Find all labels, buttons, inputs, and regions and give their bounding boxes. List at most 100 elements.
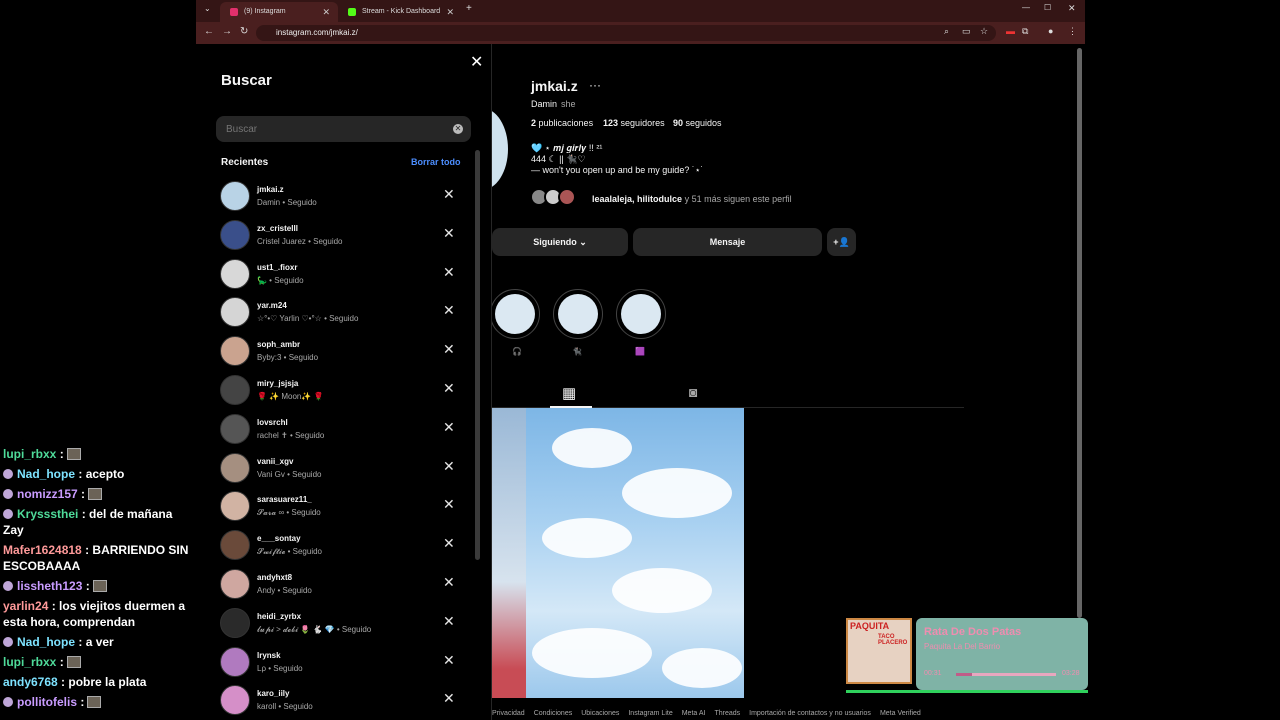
remove-icon[interactable]: ✕	[443, 652, 455, 669]
chat-username[interactable]: yarlin24	[3, 599, 48, 613]
avatar	[220, 685, 250, 716]
tab-instagram[interactable]: (9) Instagram ✕	[220, 2, 338, 22]
remove-icon[interactable]: ✕	[443, 690, 455, 707]
remove-icon[interactable]: ✕	[443, 380, 455, 397]
list-item[interactable]: lovsrchl rachel ✝ • Seguido ✕	[216, 411, 466, 450]
remove-icon[interactable]: ✕	[443, 302, 455, 319]
clear-search-icon[interactable]: ✕	[453, 124, 463, 134]
chat-username[interactable]: nomizz157	[17, 487, 78, 501]
remove-icon[interactable]: ✕	[443, 419, 455, 436]
url-field[interactable]: instagram.com/jmkai.z/	[256, 25, 996, 41]
followers-count[interactable]: 123 seguidores	[603, 118, 665, 128]
remove-icon[interactable]: ✕	[443, 574, 455, 591]
footer-link[interactable]: Condiciones	[534, 710, 573, 717]
list-item[interactable]: zx_cristelll Cristel Juarez • Seguido ✕	[216, 217, 466, 256]
forward-icon[interactable]: →	[222, 26, 232, 37]
remove-icon[interactable]: ✕	[443, 496, 455, 513]
chat-username[interactable]: pollitofelis	[17, 695, 77, 709]
remove-icon[interactable]: ✕	[443, 341, 455, 358]
tab-kick-dashboard[interactable]: Stream - Kick Dashboard ✕	[338, 2, 462, 22]
tab-search-icon[interactable]: ⌄	[204, 4, 211, 13]
following-count[interactable]: 90 seguidos	[673, 118, 722, 128]
add-person-button[interactable]: +👤	[827, 228, 856, 256]
recent-subtitle: 🌹 ✨ Moon✨ 🌹	[257, 391, 324, 401]
list-item[interactable]: soph_ambr Byby:3 • Seguido ✕	[216, 333, 466, 372]
remove-icon[interactable]: ✕	[443, 225, 455, 242]
recent-subtitle: ☆°•♡ Yarlin ♡•°☆ • Seguido	[257, 314, 359, 324]
list-item[interactable]: heidi_zyrbx 𝓵𝓾𝓹𝓲 > 𝓭𝓮𝓫𝓲 🌷 🐇 💎 • Seguido ✕	[216, 605, 466, 644]
profile-username: jmkai.z	[531, 78, 578, 94]
chat-username[interactable]: lissheth123	[17, 579, 82, 593]
list-item[interactable]: karo_iily karoll • Seguido ✕	[216, 682, 466, 720]
window-close-icon[interactable]: ✕	[1068, 3, 1076, 14]
remove-icon[interactable]: ✕	[443, 264, 455, 281]
record-icon[interactable]: ▬	[1006, 26, 1015, 36]
chat-username[interactable]: Kryssstheі	[17, 507, 78, 521]
footer-link[interactable]: Meta Verified	[880, 710, 921, 717]
remove-icon[interactable]: ✕	[443, 613, 455, 630]
list-item[interactable]: sarasuarez11_ 𝓢𝓪𝓻𝓪 ∞ • Seguido ✕	[216, 488, 466, 527]
chat-username[interactable]: andy6768	[3, 675, 58, 689]
footer-link[interactable]: Importación de contactos y no usuarios	[749, 710, 871, 717]
grid-icon[interactable]: ▦	[562, 384, 576, 402]
remove-icon[interactable]: ✕	[443, 535, 455, 552]
chat-emote-icon	[87, 696, 102, 708]
chat-username[interactable]: Nad_hope	[17, 635, 75, 649]
more-options-icon[interactable]: ···	[589, 78, 601, 92]
maximize-icon[interactable]: ☐	[1044, 3, 1051, 12]
minimize-icon[interactable]: —	[1022, 3, 1030, 12]
list-item[interactable]: jmkai.z Damin • Seguido ✕	[216, 178, 466, 217]
new-tab-icon[interactable]: +	[466, 3, 472, 14]
chat-username[interactable]: Nad_hope	[17, 467, 75, 481]
remove-icon[interactable]: ✕	[443, 186, 455, 203]
message-button[interactable]: Mensaje	[633, 228, 822, 256]
recent-username: jmkai.z	[257, 185, 284, 194]
extensions-icon[interactable]: ⧉	[1022, 26, 1028, 37]
back-icon[interactable]: ←	[204, 26, 214, 37]
reload-icon[interactable]: ↻	[240, 26, 248, 37]
list-item[interactable]: e___sontay 𝓢𝔀𝓲𝓯𝓽𝓲𝓮 • Seguido ✕	[216, 527, 466, 566]
url-text: instagram.com/jmkai.z/	[276, 28, 358, 37]
cast-icon[interactable]: ▭	[962, 26, 971, 37]
close-tab-icon[interactable]: ✕	[322, 2, 330, 22]
avatar	[220, 452, 250, 483]
clear-all-button[interactable]: Borrar todo	[411, 157, 461, 167]
scrollbar[interactable]	[475, 150, 480, 560]
tab-bar: ⌄ (9) Instagram ✕ Stream - Kick Dashboar…	[196, 0, 1085, 22]
list-item[interactable]: lrynsk Lρ • Seguido ✕	[216, 644, 466, 683]
chat-username[interactable]: lupi_rbxx	[3, 447, 56, 461]
post-edge	[492, 408, 526, 698]
following-button[interactable]: Siguiendo ⌄	[492, 228, 628, 256]
story-highlight[interactable]	[616, 289, 666, 339]
chat-username[interactable]: Mafer1624818	[3, 543, 82, 557]
chat-username[interactable]: lupi_rbxx	[3, 655, 56, 669]
search-input[interactable]	[216, 116, 471, 142]
profile-avatar-icon[interactable]: ●	[1048, 26, 1053, 36]
tagged-icon[interactable]: ◙	[689, 384, 697, 400]
post-thumbnail[interactable]	[492, 408, 744, 698]
footer-link[interactable]: Ubicaciones	[581, 710, 619, 717]
recent-subtitle: Byby:3 • Seguido	[257, 353, 319, 363]
footer-link[interactable]: Instagram Lite	[628, 710, 672, 717]
list-item[interactable]: vanii_xgv Vani Gv • Seguido ✕	[216, 450, 466, 489]
highlight-label: 🐈‍⬛	[572, 347, 582, 356]
footer-link[interactable]: Privacidad	[492, 710, 525, 717]
list-item[interactable]: andyhxt8 Andy • Seguido ✕	[216, 566, 466, 605]
list-item[interactable]: yar.m24 ☆°•♡ Yarlin ♡•°☆ • Seguido ✕	[216, 294, 466, 333]
followed-by-text[interactable]: leaalaleja, hilitodulce y 51 más siguen …	[592, 194, 792, 204]
instagram-favicon-icon	[230, 8, 238, 16]
footer-link[interactable]: Threads	[714, 710, 740, 717]
close-icon[interactable]: ✕	[470, 52, 483, 72]
list-item[interactable]: miry_jsjsja 🌹 ✨ Moon✨ 🌹 ✕	[216, 372, 466, 411]
story-highlight[interactable]	[553, 289, 603, 339]
zoom-icon[interactable]: ⌕	[944, 26, 949, 37]
story-highlight[interactable]	[490, 289, 540, 339]
bookmark-star-icon[interactable]: ☆	[980, 26, 988, 37]
posts-count: 2 publicaciones	[531, 118, 594, 128]
menu-dots-icon[interactable]: ⋮	[1068, 26, 1077, 37]
remove-icon[interactable]: ✕	[443, 458, 455, 475]
footer-link[interactable]: Meta AI	[682, 710, 706, 717]
page-scrollbar[interactable]	[1077, 48, 1082, 618]
list-item[interactable]: ust1_.fioxr 🦕 • Seguido ✕	[216, 256, 466, 295]
close-tab-icon[interactable]: ✕	[446, 2, 454, 22]
